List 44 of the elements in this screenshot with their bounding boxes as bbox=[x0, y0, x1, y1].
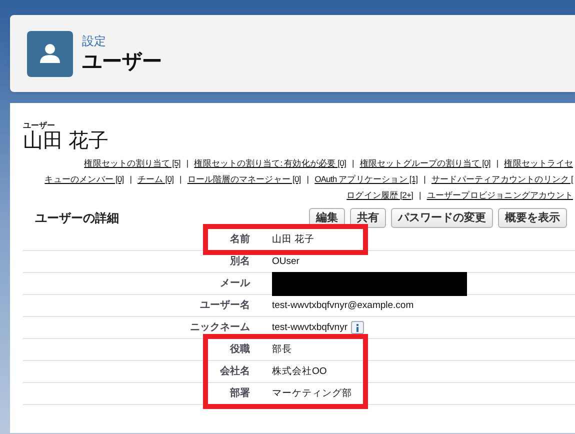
separator-text: | bbox=[186, 157, 188, 170]
field-label: ニックネーム bbox=[189, 321, 250, 336]
related-link[interactable]: 権限セットグループの割り当て [0] bbox=[360, 157, 490, 170]
field-label: 役職 bbox=[228, 342, 250, 358]
field-label: 部署 bbox=[228, 386, 250, 402]
field-value: test-wwvtxbqfvnyr@example.com bbox=[272, 298, 414, 313]
related-link[interactable]: サードパーティアカウントのリンク [ bbox=[431, 172, 573, 186]
separator-text: | bbox=[180, 172, 182, 186]
record-type-label: ユーザー bbox=[23, 121, 56, 130]
related-link[interactable]: ロール階層のマネージャー [0] bbox=[187, 172, 301, 186]
related-link[interactable]: ユーザープロビジョニングアカウント bbox=[426, 188, 573, 202]
related-link[interactable]: キューのメンバー [0] bbox=[44, 172, 124, 186]
toolbar-button[interactable]: 概要を表示 bbox=[498, 208, 567, 228]
field-value: 部長 bbox=[272, 342, 292, 357]
user-icon bbox=[27, 30, 73, 76]
field-value: 山田 花子 bbox=[272, 232, 315, 247]
field-label: メール bbox=[219, 277, 250, 292]
toolbar-button[interactable]: パスワードの変更 bbox=[391, 208, 493, 228]
field-value: 株式会社OO bbox=[272, 364, 327, 379]
field-value: マーケティング部 bbox=[272, 386, 352, 401]
separator-text: | bbox=[352, 157, 354, 170]
separator-text: | bbox=[424, 172, 426, 186]
field-value: test-wwvtxbqfvnyr bbox=[272, 320, 348, 335]
field-label: 別名 bbox=[228, 254, 250, 270]
related-link[interactable]: チーム [0] bbox=[138, 172, 174, 186]
related-link[interactable]: 権限セットの割り当て: 有効化が必要 [0] bbox=[194, 157, 346, 170]
field-label: 会社名 bbox=[219, 364, 250, 380]
toolbar-button[interactable]: 共有 bbox=[350, 208, 386, 228]
breadcrumb-link[interactable]: 設定 bbox=[82, 32, 162, 48]
separator-text: | bbox=[418, 188, 421, 202]
section-title: ユーザーの詳細 bbox=[35, 210, 120, 228]
related-link[interactable]: ログイン履歴 [2+] bbox=[346, 188, 413, 202]
field-label: ユーザー名 bbox=[199, 298, 250, 314]
separator-text: | bbox=[496, 157, 498, 170]
separator-text: | bbox=[130, 172, 132, 186]
field-value: OUser bbox=[272, 254, 300, 269]
separator-text: | bbox=[306, 172, 309, 186]
user-name: 山田 花子 bbox=[23, 130, 110, 152]
info-icon[interactable] bbox=[350, 321, 364, 334]
related-link[interactable]: 権限セットの割り当て [5] bbox=[84, 157, 180, 170]
field-label: 名前 bbox=[229, 232, 250, 248]
related-link[interactable]: OAuth アプリケーション [1] bbox=[314, 172, 418, 186]
related-link[interactable]: 権限セットライセ bbox=[504, 157, 573, 170]
page-title: ユーザー bbox=[82, 50, 162, 74]
